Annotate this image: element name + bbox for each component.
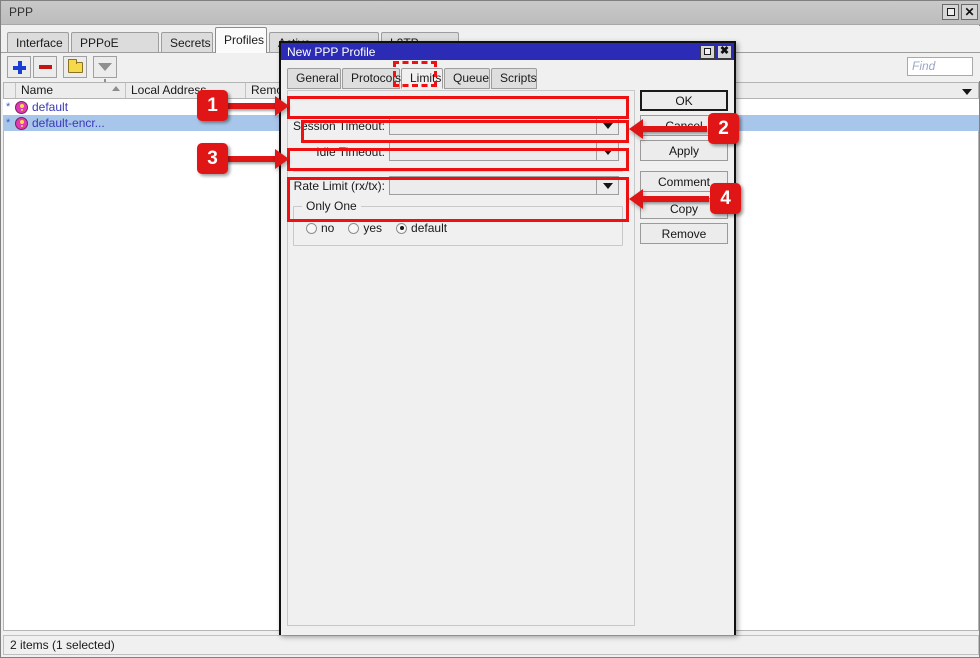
chevron-down-icon — [603, 149, 613, 155]
session-timeout-dropdown[interactable] — [597, 116, 619, 135]
radio-indicator — [348, 223, 359, 234]
remove-button[interactable] — [33, 56, 57, 78]
rate-limit-label: Rate Limit (rx/tx): — [291, 179, 389, 193]
radio-only-one-no-label: no — [321, 221, 334, 235]
restore-icon — [704, 48, 711, 55]
window-restore-button[interactable] — [942, 4, 959, 20]
chevron-down-icon — [962, 89, 972, 95]
column-header-name[interactable]: Name — [16, 83, 126, 98]
radio-only-one-no[interactable]: no — [306, 221, 334, 235]
radio-only-one-default-label: default — [411, 221, 447, 235]
radio-only-one-yes[interactable]: yes — [348, 221, 382, 235]
add-button[interactable] — [7, 56, 31, 78]
row-name: default-encr... — [32, 116, 105, 130]
row-flag: * — [3, 117, 15, 129]
radio-only-one-yes-label: yes — [363, 221, 382, 235]
window-titlebar: PPP ✕ — [1, 1, 980, 25]
status-bar: 2 items (1 selected) — [3, 635, 979, 655]
column-chooser-button[interactable] — [957, 85, 976, 98]
annotation-badge-3: 3 — [197, 143, 228, 174]
tab-secrets[interactable]: Secrets — [161, 32, 213, 53]
annotation-arrow-3 — [226, 149, 289, 169]
session-timeout-label: Session Timeout: — [291, 119, 389, 133]
ok-button[interactable]: OK — [640, 90, 728, 111]
profile-key-icon — [15, 117, 28, 130]
tab-queue[interactable]: Queue — [444, 68, 490, 89]
dialog-close-button[interactable]: ✖ — [717, 45, 732, 59]
dialog-window-controls: ✖ — [700, 45, 732, 59]
tab-protocols[interactable]: Protocols — [342, 68, 400, 89]
dialog-restore-button[interactable] — [700, 45, 715, 59]
search-input[interactable]: Find — [907, 57, 973, 76]
comment-button[interactable] — [63, 56, 87, 78]
only-one-radio-group: no yes default — [306, 221, 461, 235]
highlight-limits-tab — [393, 61, 437, 87]
session-timeout-input[interactable] — [389, 116, 597, 135]
minus-icon — [39, 65, 52, 69]
ppp-window: PPP ✕ Interface PPPoE Servers Secrets Pr… — [0, 0, 980, 658]
idle-timeout-row: Idle Timeout: — [305, 142, 619, 161]
dialog-titlebar[interactable]: New PPP Profile ✖ — [281, 43, 734, 60]
annotation-arrow-4 — [629, 189, 709, 209]
idle-timeout-label: Idle Timeout: — [305, 145, 389, 159]
dialog-body: General Protocols Limits Queue Scripts S… — [281, 60, 734, 635]
list-header-flag-col — [4, 83, 16, 98]
row-flag: * — [3, 101, 15, 113]
chevron-down-icon — [603, 183, 613, 189]
session-timeout-row: Session Timeout: — [291, 116, 619, 135]
rate-limit-dropdown[interactable] — [597, 176, 619, 195]
funnel-icon — [98, 63, 112, 71]
chevron-down-icon — [603, 123, 613, 129]
radio-only-one-default[interactable]: default — [396, 221, 447, 235]
radio-indicator — [306, 223, 317, 234]
dialog-title: New PPP Profile — [287, 45, 375, 59]
window-close-button[interactable]: ✕ — [961, 4, 978, 20]
tab-general[interactable]: General — [287, 68, 341, 89]
window-title: PPP — [9, 5, 33, 19]
annotation-arrow-1 — [226, 96, 289, 116]
tab-interface[interactable]: Interface — [7, 32, 69, 53]
annotation-badge-1: 1 — [197, 90, 228, 121]
idle-timeout-input[interactable] — [389, 142, 597, 161]
profile-key-icon — [15, 101, 28, 114]
window-controls: ✕ — [942, 4, 978, 20]
folder-icon — [68, 62, 83, 73]
rate-limit-input[interactable] — [389, 176, 597, 195]
radio-indicator — [396, 223, 407, 234]
idle-timeout-dropdown[interactable] — [597, 142, 619, 161]
restore-icon — [947, 8, 955, 16]
plus-icon — [13, 61, 26, 74]
filter-button[interactable] — [93, 56, 117, 78]
annotation-badge-2: 2 — [708, 113, 739, 144]
tab-profiles[interactable]: Profiles — [215, 27, 267, 53]
sort-ascending-icon — [112, 86, 120, 91]
row-name: default — [32, 100, 68, 114]
close-icon: ✕ — [964, 6, 974, 18]
annotation-badge-4: 4 — [710, 183, 741, 214]
only-one-groupbox: Only One no yes default — [293, 206, 623, 246]
column-header-name-label: Name — [21, 83, 53, 97]
only-one-legend: Only One — [302, 199, 361, 213]
close-icon: ✖ — [720, 46, 729, 57]
fields-separator — [293, 170, 623, 172]
rate-limit-row: Rate Limit (rx/tx): — [291, 176, 619, 195]
remove-button[interactable]: Remove — [640, 223, 728, 244]
tab-pppoe-servers[interactable]: PPPoE Servers — [71, 32, 159, 53]
annotation-arrow-2 — [629, 119, 707, 139]
column-header-local-address-label: Local Address — [131, 83, 206, 97]
tab-scripts[interactable]: Scripts — [491, 68, 537, 89]
